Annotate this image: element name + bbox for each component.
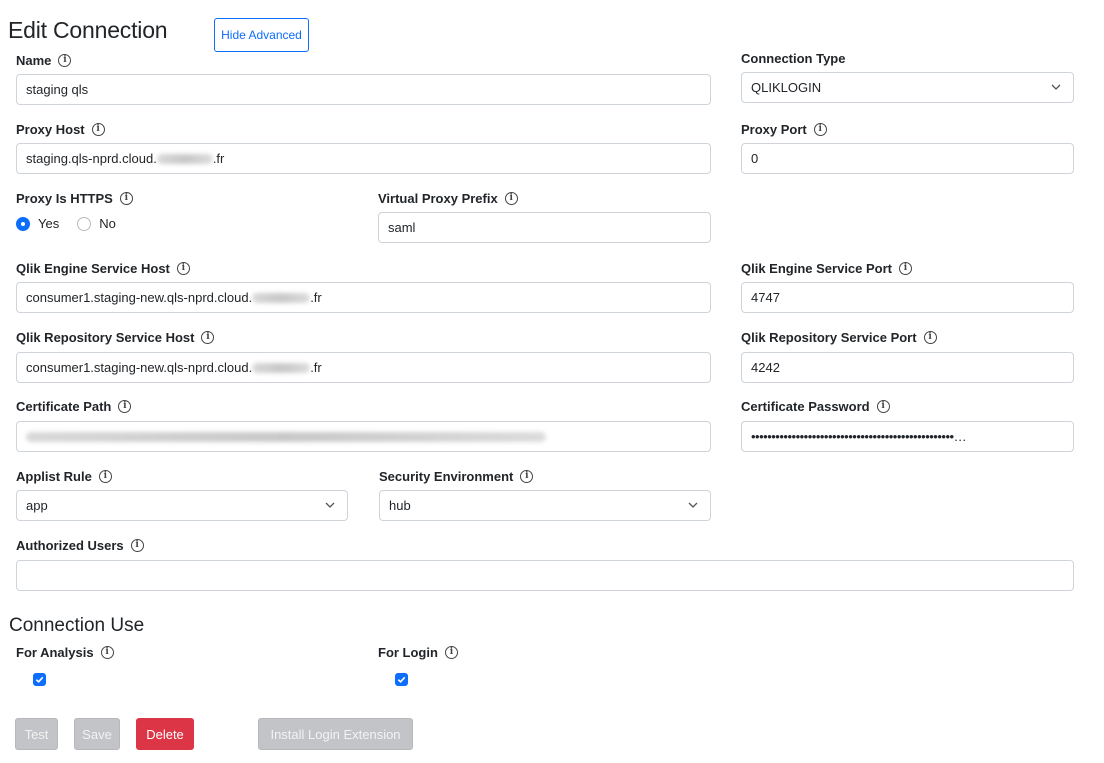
proxy-host-label: Proxy Host i [16, 122, 105, 137]
certificate-path-input[interactable] [16, 421, 711, 452]
redacted-text [252, 292, 311, 303]
info-icon[interactable]: i [58, 54, 72, 67]
for-login-label: For Login i [378, 645, 458, 660]
engine-port-input[interactable]: 4747 [741, 282, 1074, 313]
authorized-users-label: Authorized Users i [16, 538, 144, 553]
info-icon[interactable]: i [444, 646, 458, 659]
info-icon[interactable]: i [813, 123, 827, 136]
applist-rule-label: Applist Rule i [16, 469, 112, 484]
info-icon[interactable]: i [98, 470, 112, 483]
for-analysis-label: For Analysis i [16, 645, 114, 660]
check-icon [397, 676, 406, 683]
info-icon[interactable]: i [899, 262, 912, 275]
hide-advanced-button[interactable]: Hide Advanced [214, 18, 309, 52]
repository-host-label: Qlik Repository Service Host i [16, 330, 215, 345]
proxy-is-https-label: Proxy Is HTTPS i [16, 191, 133, 206]
redacted-text [252, 362, 311, 373]
name-label: Name i [16, 53, 72, 68]
security-environment-label: Security Environment i [379, 469, 534, 484]
authorized-users-input[interactable] [16, 560, 1074, 591]
certificate-password-label: Certificate Password i [741, 399, 890, 414]
repository-host-input[interactable]: consumer1.staging-new.qls-nprd.cloud. .f… [16, 352, 711, 383]
delete-button[interactable]: Delete [136, 718, 194, 750]
certificate-password-input[interactable]: ••••••••••••••••••••••••••••••••••••••••… [741, 421, 1074, 452]
proxy-host-input[interactable]: staging.qls-nprd.cloud. .fr [16, 143, 711, 174]
proxy-port-label: Proxy Port i [741, 122, 827, 137]
radio-checked-icon[interactable] [16, 216, 30, 231]
info-icon[interactable]: i [201, 331, 215, 344]
proxy-is-https-radio-group: Yes No [16, 216, 116, 231]
name-input[interactable]: staging qls [16, 74, 711, 105]
proxy-port-input[interactable]: 0 [741, 143, 1074, 174]
info-icon[interactable]: i [923, 331, 937, 344]
engine-host-label: Qlik Engine Service Host i [16, 261, 190, 276]
certificate-path-label: Certificate Path i [16, 399, 132, 414]
info-icon[interactable]: i [176, 262, 190, 275]
info-icon[interactable]: i [91, 123, 105, 136]
info-icon[interactable]: i [100, 646, 114, 659]
for-login-checkbox[interactable] [395, 673, 408, 686]
connection-use-title: Connection Use [9, 615, 145, 636]
engine-host-input[interactable]: consumer1.staging-new.qls-nprd.cloud. .f… [16, 282, 711, 313]
repository-port-label: Qlik Repository Service Port i [741, 330, 937, 345]
engine-port-label: Qlik Engine Service Port i [741, 261, 912, 276]
redacted-text [26, 431, 546, 442]
info-icon[interactable]: i [520, 470, 534, 483]
repository-port-input[interactable]: 4242 [741, 352, 1074, 383]
radio-unchecked-icon[interactable] [77, 216, 92, 231]
info-icon[interactable]: i [876, 400, 890, 413]
connection-type-select[interactable]: QLIKLOGIN [741, 72, 1074, 103]
applist-rule-select[interactable]: app [16, 490, 348, 521]
test-button[interactable]: Test [15, 718, 58, 750]
info-icon[interactable]: i [130, 539, 144, 552]
page-title: Edit Connection [8, 17, 168, 43]
chevron-down-icon [1051, 84, 1061, 90]
redacted-text [156, 153, 213, 164]
info-icon[interactable]: i [119, 192, 133, 205]
for-analysis-checkbox[interactable] [33, 673, 46, 686]
info-icon[interactable]: i [118, 400, 132, 413]
virtual-proxy-prefix-input[interactable]: saml [378, 212, 711, 243]
virtual-proxy-prefix-label: Virtual Proxy Prefix i [378, 191, 518, 206]
connection-type-label: Connection Type [741, 51, 846, 66]
install-login-extension-button[interactable]: Install Login Extension [258, 718, 413, 750]
security-environment-select[interactable]: hub [379, 490, 711, 521]
check-icon [35, 676, 44, 683]
chevron-down-icon [688, 502, 698, 508]
save-button[interactable]: Save [74, 718, 120, 750]
info-icon[interactable]: i [504, 192, 518, 205]
chevron-down-icon [325, 502, 335, 508]
radio-no[interactable]: No [77, 216, 116, 231]
radio-yes[interactable]: Yes [16, 216, 59, 231]
